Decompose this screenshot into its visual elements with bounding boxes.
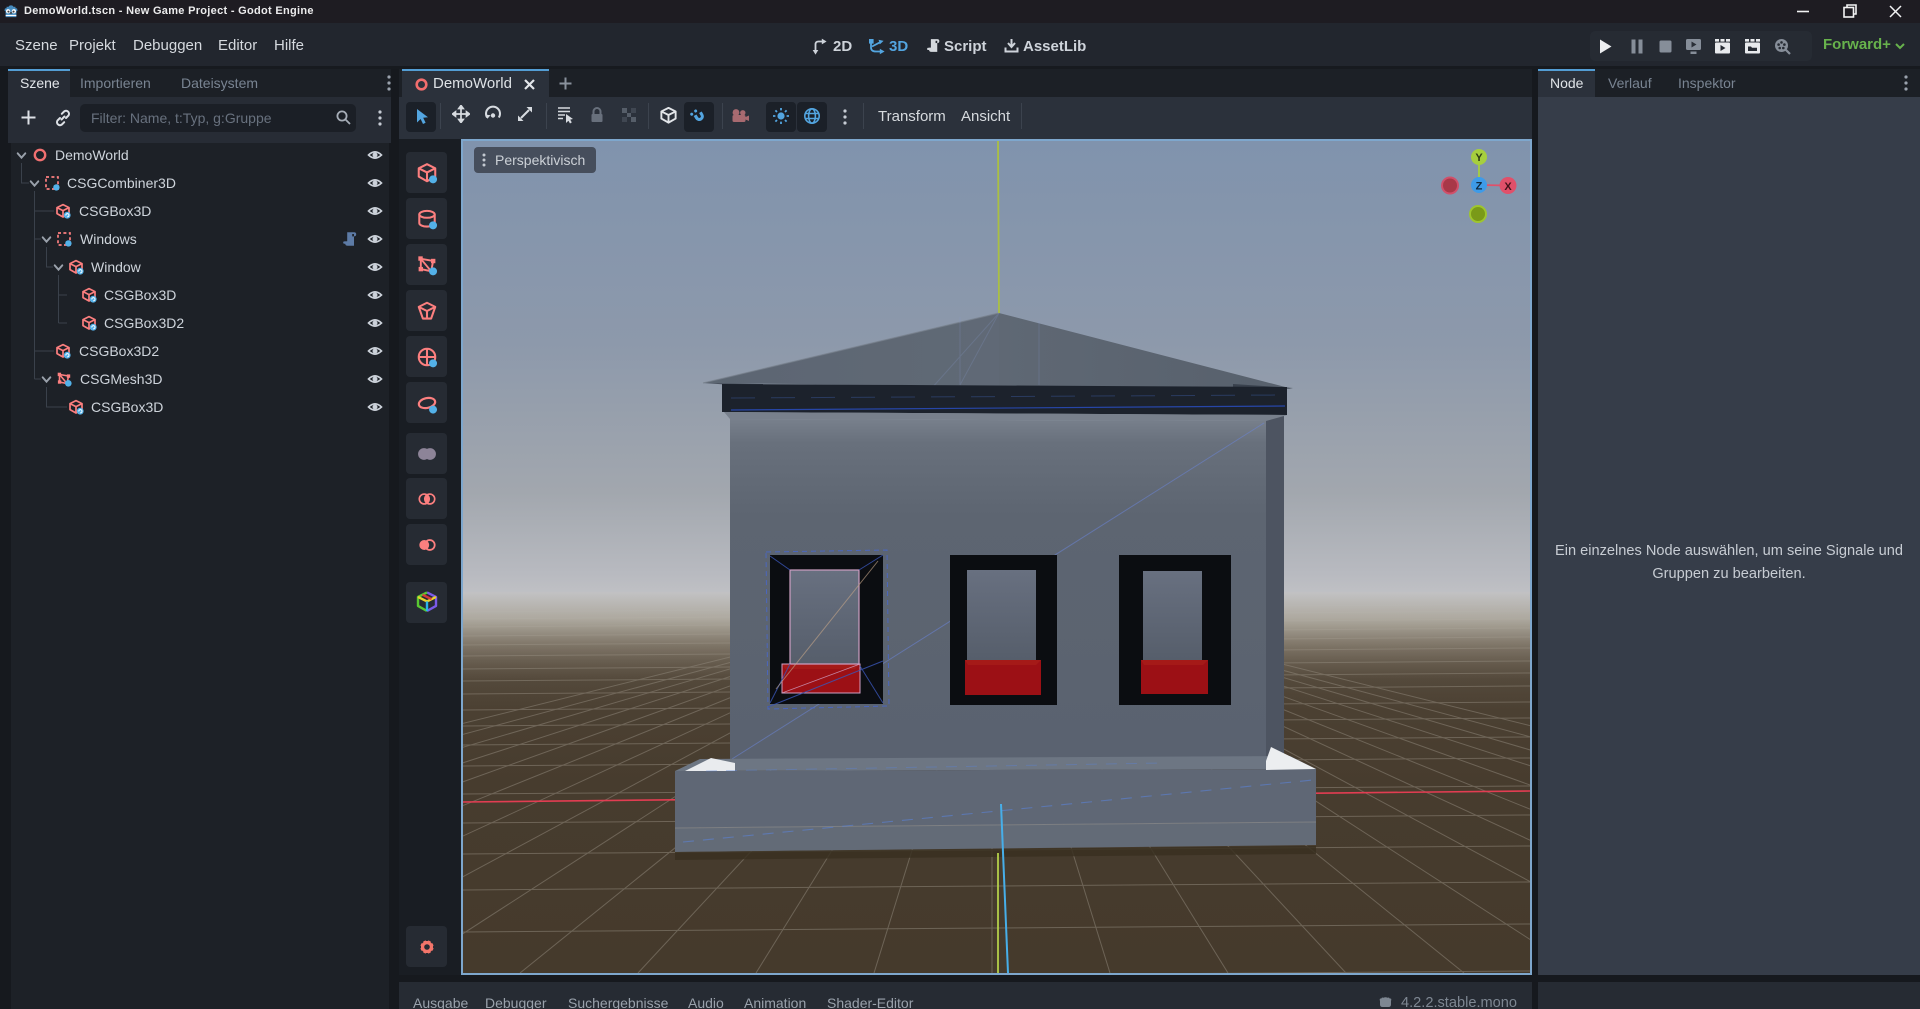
svg-text:X: X [1504, 181, 1512, 193]
svg-text:Y: Y [1475, 152, 1483, 164]
svg-text:Z: Z [1476, 181, 1483, 193]
